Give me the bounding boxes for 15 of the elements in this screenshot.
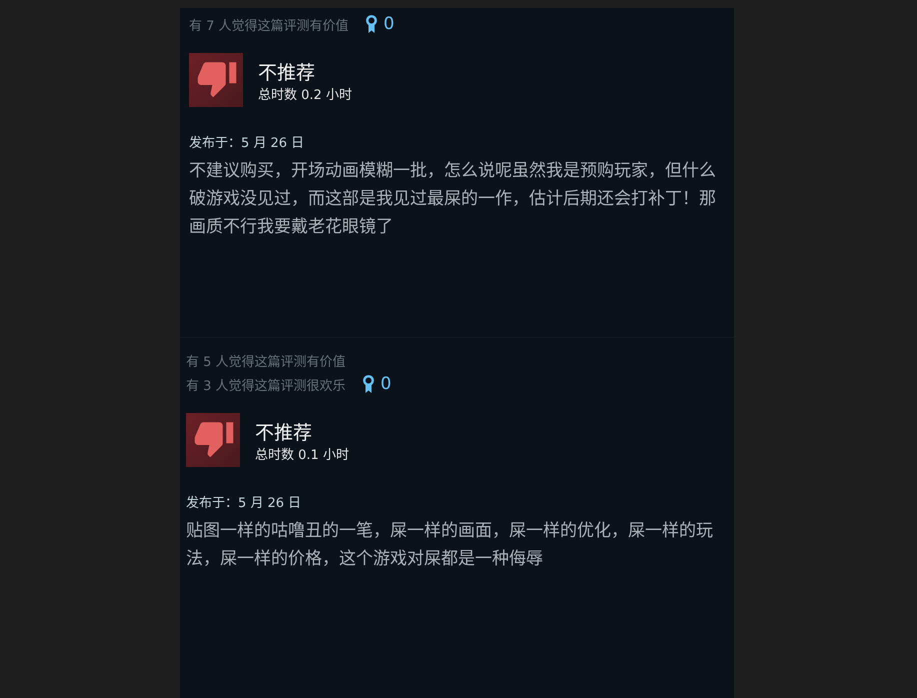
- review-text: 不建议购买，开场动画模糊一批，怎么说呢虽然我是预购玩家，但什么破游戏没见过，而这部是我见过最屎的一作，估计后期还会打补丁！那画质不行我要戴老花眼镜了: [189, 160, 717, 239]
- post-date: 发布于：5 月 26 日: [189, 134, 306, 153]
- playtime-text: 总时数 0.2 小时: [258, 87, 352, 105]
- review-text: 贴图一样的咕噜丑的一笔，屎一样的画面，屎一样的优化，屎一样的玩法，屎一样的价格，这个游戏对屎都是一种侮辱: [186, 520, 714, 571]
- award-ribbon-icon[interactable]: [364, 15, 378, 33]
- review-verdict: 不推荐: [258, 61, 316, 85]
- helpful-count-text: 有 3 人觉得这篇评测很欢乐: [186, 378, 346, 394]
- playtime-text: 总时数 0.1 小时: [255, 447, 349, 465]
- post-date: 发布于：5 月 26 日: [186, 494, 302, 513]
- helpful-count-text: 有 5 人觉得这篇评测有价值: [186, 354, 346, 370]
- helpful-count-text: 有 7 人觉得这篇评测有价值: [189, 18, 349, 34]
- review-verdict: 不推荐: [255, 421, 313, 445]
- award-ribbon-icon[interactable]: [362, 375, 375, 393]
- award-count: 0: [384, 14, 394, 34]
- award-count: 0: [380, 374, 392, 394]
